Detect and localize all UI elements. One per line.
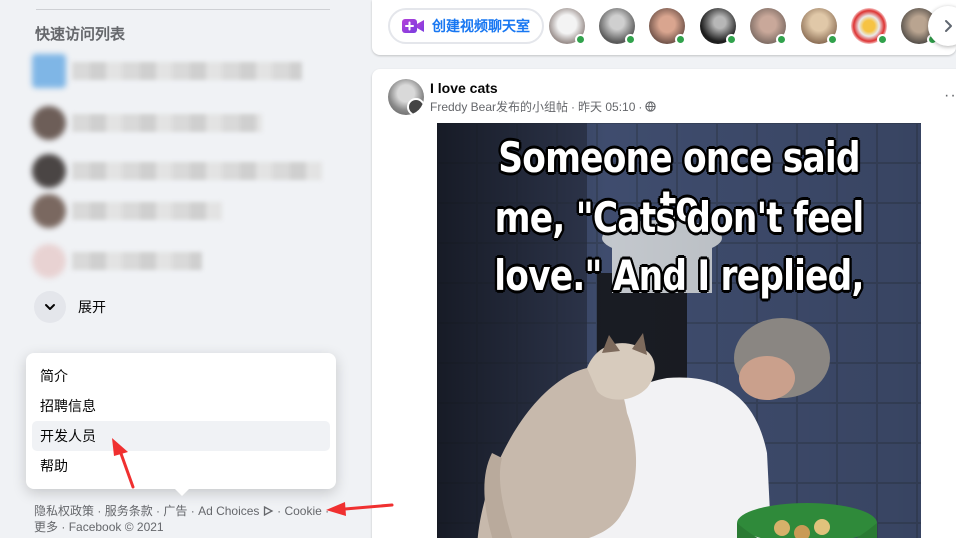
shortcut-label-redacted: [72, 114, 262, 132]
meme-caption-line: love." And I replied,: [494, 251, 864, 300]
online-indicator: [877, 34, 888, 45]
post-author-line[interactable]: Freddy Bear发布的小组帖: [430, 98, 568, 115]
contact-avatar[interactable]: [549, 8, 586, 45]
menu-item-developers[interactable]: 开发人员: [32, 421, 330, 451]
footer-separator: ·: [152, 504, 164, 518]
contact-avatar[interactable]: [801, 8, 838, 45]
shortcut-label-redacted: [72, 162, 322, 180]
ad-choices-icon: [263, 505, 274, 517]
meme-caption-line: me, "Cats don't feel: [494, 193, 864, 242]
contact-avatar[interactable]: [700, 8, 737, 45]
footer-separator: ·: [58, 520, 69, 534]
chevron-right-icon: [945, 20, 952, 32]
post-more-button[interactable]: ···: [944, 87, 956, 105]
left-sidebar: 快速访问列表 展开 简介 招聘信息 开发人员 帮助 隐私权政策 · 服务条款 ·…: [0, 0, 372, 538]
chevron-down-icon: [34, 291, 66, 323]
shortcut-avatar: [32, 154, 66, 188]
divider: [36, 9, 330, 10]
shortcut-avatar: [32, 244, 66, 278]
shortcuts-title: 快速访问列表: [35, 26, 126, 43]
meta-separator: ·: [571, 99, 576, 114]
expand-button[interactable]: 展开: [34, 290, 106, 324]
footer-link-privacy[interactable]: 隐私权政策: [34, 504, 94, 518]
footer-copyright: Facebook © 2021: [68, 520, 164, 534]
footer-separator: ·: [273, 504, 285, 518]
shortcut-label-redacted: [72, 202, 222, 220]
footer-more-menu: 简介 招聘信息 开发人员 帮助: [26, 353, 336, 489]
online-indicator: [575, 34, 586, 45]
expand-label: 展开: [78, 299, 106, 315]
footer-separator: ·: [187, 504, 199, 518]
footer-link-more[interactable]: 更多: [34, 520, 58, 534]
footer-links: 隐私权政策 · 服务条款 · 广告 · Ad Choices · Cookie …: [34, 503, 334, 535]
online-indicator: [827, 34, 838, 45]
globe-icon: [645, 101, 657, 112]
shortcut-avatar: [32, 194, 66, 228]
rooms-bar: 创建视频聊天室: [372, 0, 956, 55]
menu-caret: [174, 488, 190, 496]
menu-item-about[interactable]: 简介: [32, 361, 330, 391]
post-timestamp[interactable]: 昨天 05:10: [578, 98, 635, 115]
create-room-label: 创建视频聊天室: [432, 18, 530, 34]
footer-separator: ·: [94, 504, 105, 518]
footer-link-ad-choices[interactable]: Ad Choices: [198, 504, 259, 518]
create-room-button[interactable]: 创建视频聊天室: [388, 8, 544, 44]
online-indicator: [776, 34, 787, 45]
shortcut-avatar: [32, 54, 66, 88]
post-image[interactable]: Someone once said to me, "Cats don't fee…: [437, 123, 921, 538]
footer-link-cookie[interactable]: Cookie: [284, 504, 321, 518]
shortcut-label-redacted: [72, 252, 202, 270]
shortcut-label-redacted: [72, 62, 302, 80]
contact-avatar[interactable]: [599, 8, 636, 45]
shortcut-avatar: [32, 106, 66, 140]
online-indicator: [625, 34, 636, 45]
feed-post: I love cats Freddy Bear发布的小组帖 · 昨天 05:10…: [372, 69, 956, 538]
video-camera-plus-icon: [402, 19, 424, 33]
contact-avatar[interactable]: [649, 8, 686, 45]
group-avatar[interactable]: [388, 79, 424, 115]
menu-item-help[interactable]: 帮助: [32, 451, 330, 481]
footer-separator: ·: [321, 504, 330, 518]
menu-item-careers[interactable]: 招聘信息: [32, 391, 330, 421]
author-avatar[interactable]: [407, 98, 424, 115]
footer-link-ads[interactable]: 广告: [163, 504, 187, 518]
online-indicator: [675, 34, 686, 45]
online-indicator: [726, 34, 737, 45]
post-group-title[interactable]: I love cats: [430, 80, 498, 96]
meta-separator: ·: [638, 99, 643, 114]
contact-avatar[interactable]: [750, 8, 787, 45]
contact-avatar[interactable]: [851, 8, 888, 45]
footer-link-terms[interactable]: 服务条款: [105, 504, 153, 518]
post-meta: Freddy Bear发布的小组帖 · 昨天 05:10 ·: [430, 98, 657, 115]
